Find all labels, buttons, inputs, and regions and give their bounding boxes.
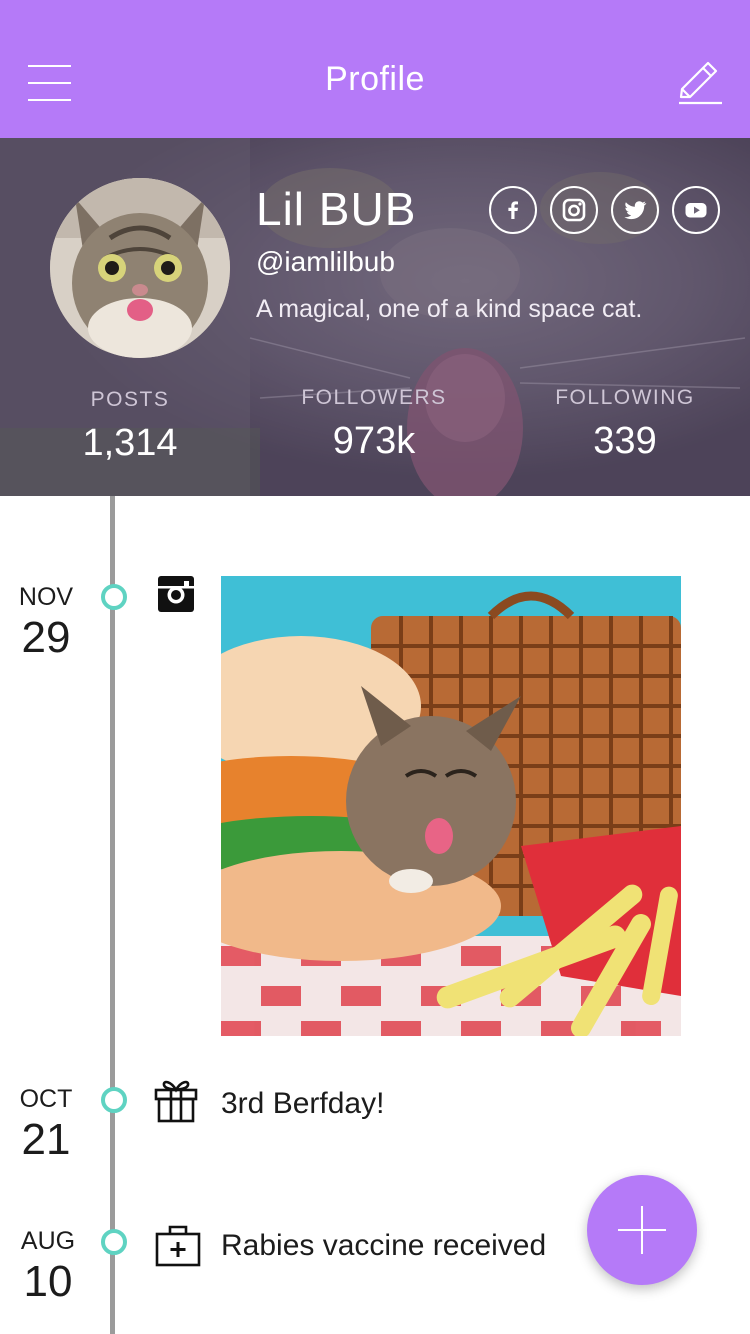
social-links	[489, 186, 720, 234]
avatar[interactable]	[50, 178, 230, 358]
timeline-month: AUG	[20, 1227, 76, 1255]
stat-label: POSTS	[90, 388, 170, 411]
stat-following[interactable]: FOLLOWING 339	[500, 386, 750, 463]
timeline-dot	[101, 1229, 127, 1255]
timeline-date: OCT 21	[6, 1085, 86, 1162]
pencil-edit-icon[interactable]	[676, 60, 724, 106]
stat-label: FOLLOWERS	[301, 386, 447, 409]
timeline-dot	[101, 584, 127, 610]
timeline-date: NOV 29	[6, 583, 86, 660]
profile-header: Lil BUB @iamlilbub A magical, one of a k…	[0, 138, 750, 496]
timeline-line	[110, 496, 115, 1334]
timeline-event-text: Rabies vaccine received	[221, 1229, 547, 1262]
instagram-icon	[156, 574, 200, 618]
timeline-month: OCT	[19, 1085, 73, 1113]
timeline-day: 10	[23, 1257, 73, 1306]
stat-followers[interactable]: FOLLOWERS 973k	[249, 386, 499, 463]
gift-icon	[154, 1077, 198, 1123]
facebook-icon[interactable]	[489, 186, 537, 234]
post-photo[interactable]	[221, 576, 681, 1036]
add-post-button[interactable]	[587, 1175, 697, 1285]
timeline-dot	[101, 1087, 127, 1113]
timeline-day: 29	[21, 613, 71, 662]
twitter-icon[interactable]	[611, 186, 659, 234]
timeline-date: AUG 10	[8, 1227, 88, 1304]
instagram-icon[interactable]	[550, 186, 598, 234]
timeline-day: 21	[21, 1115, 71, 1164]
profile-handle: @iamlilbub	[256, 246, 395, 277]
medical-kit-icon	[155, 1223, 201, 1267]
stat-label: FOLLOWING	[555, 386, 695, 409]
timeline-event-text: 3rd Berfday!	[221, 1087, 385, 1120]
timeline-month: NOV	[18, 583, 74, 611]
stat-value: 973k	[332, 420, 416, 462]
stat-value: 339	[593, 420, 657, 462]
profile-name: Lil BUB	[256, 183, 417, 235]
youtube-icon[interactable]	[672, 186, 720, 234]
top-bar: Profile	[0, 0, 750, 138]
profile-bio: A magical, one of a kind space cat.	[256, 295, 643, 323]
stat-posts[interactable]: POSTS 1,314	[5, 388, 255, 465]
page-title: Profile	[325, 60, 425, 98]
stat-value: 1,314	[82, 422, 178, 464]
